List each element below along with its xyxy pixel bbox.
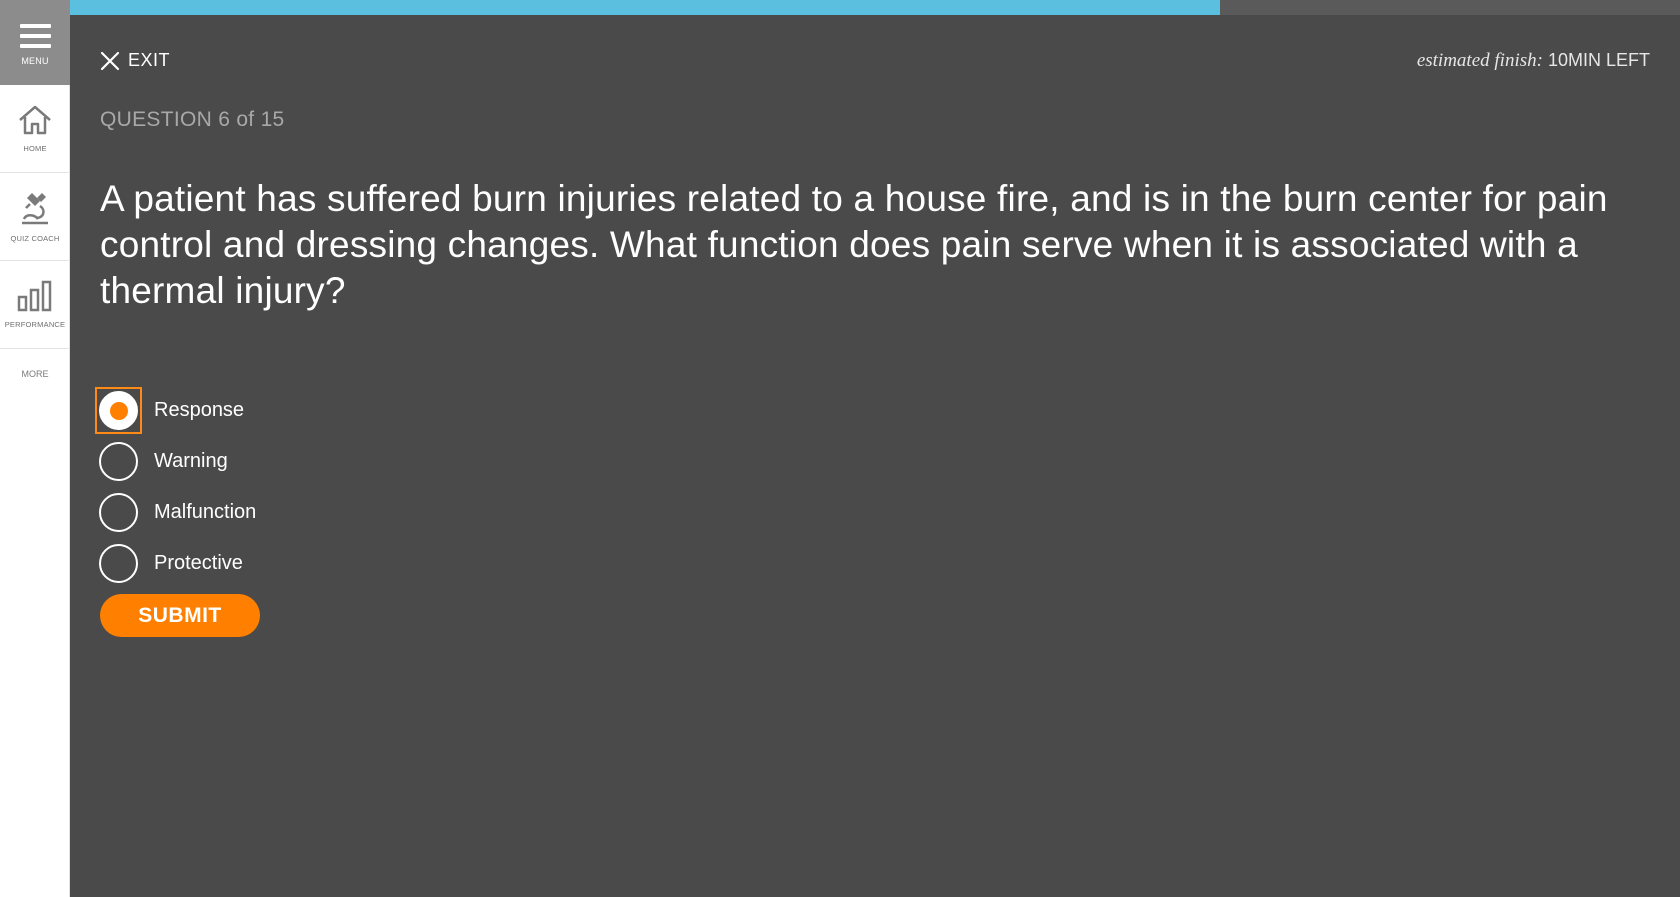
hamburger-icon bbox=[19, 23, 51, 48]
radio-focus-ring bbox=[99, 442, 138, 481]
answer-option[interactable]: Protective bbox=[99, 538, 256, 589]
answer-option-label: Protective bbox=[154, 552, 243, 574]
radio-focus-ring bbox=[99, 544, 138, 583]
sidebar-item-home[interactable]: HOME bbox=[0, 85, 70, 173]
answer-option[interactable]: Warning bbox=[99, 436, 256, 487]
answer-options: Response Warning Malfunction Protective bbox=[95, 385, 257, 589]
estimated-finish-prefix: estimated finish: bbox=[1416, 50, 1543, 71]
radio-button[interactable] bbox=[99, 391, 138, 430]
sidebar-item-label: HOME bbox=[23, 144, 47, 153]
sidebar-more[interactable]: MORE bbox=[0, 349, 70, 399]
radio-focus-ring bbox=[99, 493, 138, 532]
answer-option[interactable]: Response bbox=[95, 385, 256, 436]
microscope-icon bbox=[22, 193, 48, 225]
radio-button[interactable] bbox=[99, 544, 138, 583]
radio-button[interactable] bbox=[99, 493, 138, 532]
estimated-finish: estimated finish: 10MIN LEFT bbox=[1417, 50, 1650, 72]
sidebar-item-label: QUIZ COACH bbox=[10, 234, 60, 243]
answer-option-label: Malfunction bbox=[154, 501, 257, 523]
close-icon bbox=[100, 51, 120, 70]
radio-focus-ring bbox=[95, 387, 142, 434]
sidebar-item-performance[interactable]: PERFORMANCE bbox=[0, 261, 70, 349]
sidebar: MENU HOME QUIZ COACH PERFORMANCE MORE bbox=[0, 0, 70, 897]
bar-chart-icon bbox=[17, 280, 52, 312]
sidebar-item-quiz-coach[interactable]: QUIZ COACH bbox=[0, 173, 70, 261]
progress-bar bbox=[70, 0, 1680, 15]
question-counter: QUESTION 6 of 15 bbox=[100, 108, 285, 131]
menu-button[interactable]: MENU bbox=[0, 0, 70, 85]
answer-option-label: Warning bbox=[154, 450, 228, 472]
exit-button[interactable]: EXIT bbox=[100, 50, 170, 71]
answer-option-label: Response bbox=[154, 399, 245, 421]
radio-selected-dot bbox=[109, 401, 128, 420]
home-icon bbox=[19, 105, 51, 135]
progress-fill bbox=[70, 0, 1221, 15]
radio-button[interactable] bbox=[99, 442, 138, 481]
answer-option[interactable]: Malfunction bbox=[99, 487, 257, 538]
exit-label: EXIT bbox=[128, 50, 171, 70]
estimated-finish-value: 10MIN LEFT bbox=[1547, 50, 1650, 70]
question-text: A patient has suffered burn injuries rel… bbox=[100, 178, 1608, 311]
sidebar-item-label: PERFORMANCE bbox=[4, 320, 66, 329]
submit-button[interactable]: SUBMIT bbox=[100, 594, 260, 637]
menu-label: MENU bbox=[21, 55, 49, 66]
